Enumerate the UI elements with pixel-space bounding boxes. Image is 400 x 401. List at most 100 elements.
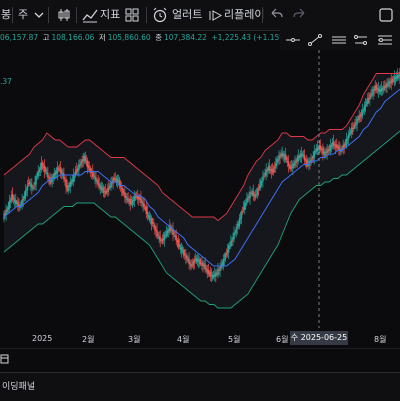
candle-body	[252, 190, 254, 197]
alert-button[interactable]: 얼러트	[172, 0, 202, 30]
time-axis-tick: 2025	[32, 334, 53, 343]
candle-body	[35, 176, 37, 185]
candle-body	[285, 157, 288, 161]
chevron-down-icon[interactable]	[31, 7, 47, 23]
redo-icon[interactable]	[292, 7, 308, 23]
candle-body	[61, 171, 63, 174]
undo-icon[interactable]	[268, 7, 284, 23]
drawing-tools-panel	[280, 30, 400, 50]
indicators-button[interactable]: 지표	[100, 0, 120, 30]
candle-icon[interactable]	[56, 7, 72, 23]
candle-body	[38, 169, 41, 172]
candle-body	[45, 169, 47, 172]
legend-open: 06,157.87	[0, 33, 39, 42]
fullscreen-icon[interactable]	[378, 7, 394, 23]
candle-body	[364, 104, 367, 107]
candle-body	[238, 218, 241, 227]
candle-body	[93, 175, 95, 177]
parallel-channel-icon[interactable]	[354, 34, 368, 46]
grid-icon[interactable]	[124, 7, 140, 23]
horizontal-ray-icon[interactable]	[332, 34, 346, 46]
interval-button[interactable]: 주	[18, 0, 28, 30]
crosshair-date-label: 수 2025-06-25	[290, 331, 348, 345]
candle-body	[300, 153, 303, 157]
candle-body	[173, 232, 175, 235]
ohlc-legend: 06,157.87 고 108,166.06 저 105,860.60 종 107,3…	[0, 31, 291, 45]
candle-body	[12, 197, 15, 200]
candle-body	[175, 235, 177, 241]
candle-body	[316, 147, 319, 151]
alert-icon[interactable]	[152, 7, 168, 23]
candle-body	[262, 176, 264, 182]
fib-icon[interactable]	[378, 34, 392, 46]
candle-body	[319, 145, 322, 150]
legend-low: 105,860.60	[107, 33, 151, 42]
candle-body	[273, 166, 276, 169]
candle-body	[141, 201, 143, 203]
candle-body	[189, 262, 191, 265]
candle-body	[348, 133, 351, 135]
candle-body	[148, 215, 151, 220]
candle-body	[311, 158, 313, 161]
candle-body	[290, 165, 292, 170]
candle-body	[230, 241, 232, 247]
candle-body	[152, 222, 154, 224]
candle-body	[129, 198, 131, 205]
candle-body	[241, 211, 244, 213]
candle-body	[209, 271, 212, 277]
candle-body	[87, 165, 90, 168]
candle-body	[159, 236, 161, 241]
replay-button[interactable]: 리플레이	[224, 0, 264, 30]
toolbar-divider	[76, 7, 77, 23]
toolbar-divider	[262, 7, 263, 23]
candle-body	[268, 165, 271, 171]
candle-body	[332, 141, 335, 147]
time-axis-tick: 3월	[128, 335, 141, 344]
candle-body	[84, 156, 87, 162]
replay-icon[interactable]	[208, 7, 224, 23]
trading-panel-tab[interactable]: 이딩패널	[2, 379, 35, 392]
indicators-icon[interactable]	[82, 7, 98, 23]
legend-low-label: 저	[98, 33, 106, 42]
candle-body	[37, 171, 39, 177]
toolbar-divider	[12, 7, 13, 23]
candle-body	[205, 267, 207, 270]
candle-body	[31, 184, 33, 189]
candle-body	[380, 87, 383, 92]
candle-body	[178, 245, 181, 247]
candle-body	[22, 198, 24, 201]
candle-body	[122, 188, 124, 194]
candle-body	[186, 256, 188, 260]
candle-body	[8, 201, 11, 209]
legend-close-label: 종	[155, 33, 162, 42]
price-chart[interactable]	[0, 50, 400, 328]
candle-body	[215, 272, 217, 276]
candle-body	[224, 254, 227, 260]
candle-body	[102, 187, 105, 193]
candle-body	[256, 189, 259, 195]
legend-high: 108,166.06	[51, 33, 95, 42]
candle-body	[338, 145, 340, 151]
legend-high-label: 고	[42, 33, 50, 42]
symbol-label[interactable]: 봉	[1, 0, 11, 30]
time-axis-tick: 2월	[82, 335, 95, 344]
legend-close: 107,384.22	[163, 33, 207, 42]
time-axis-tick: 4월	[177, 335, 190, 344]
candle-body	[236, 226, 238, 229]
candle-body	[104, 190, 107, 195]
candle-body	[154, 225, 156, 231]
candle-body	[21, 200, 23, 206]
toolbar-divider	[146, 7, 147, 23]
candle-body	[146, 211, 149, 215]
trend-line-icon[interactable]	[308, 34, 322, 46]
candle-body	[386, 83, 388, 87]
candle-body	[24, 190, 27, 199]
candle-body	[347, 134, 350, 140]
candle-body	[257, 188, 260, 191]
candle-body	[240, 212, 243, 219]
candle-body	[33, 186, 35, 188]
horizontal-line-icon[interactable]	[286, 34, 300, 46]
candle-body	[180, 247, 183, 252]
calendar-icon[interactable]	[0, 353, 10, 365]
candle-body	[125, 196, 127, 198]
